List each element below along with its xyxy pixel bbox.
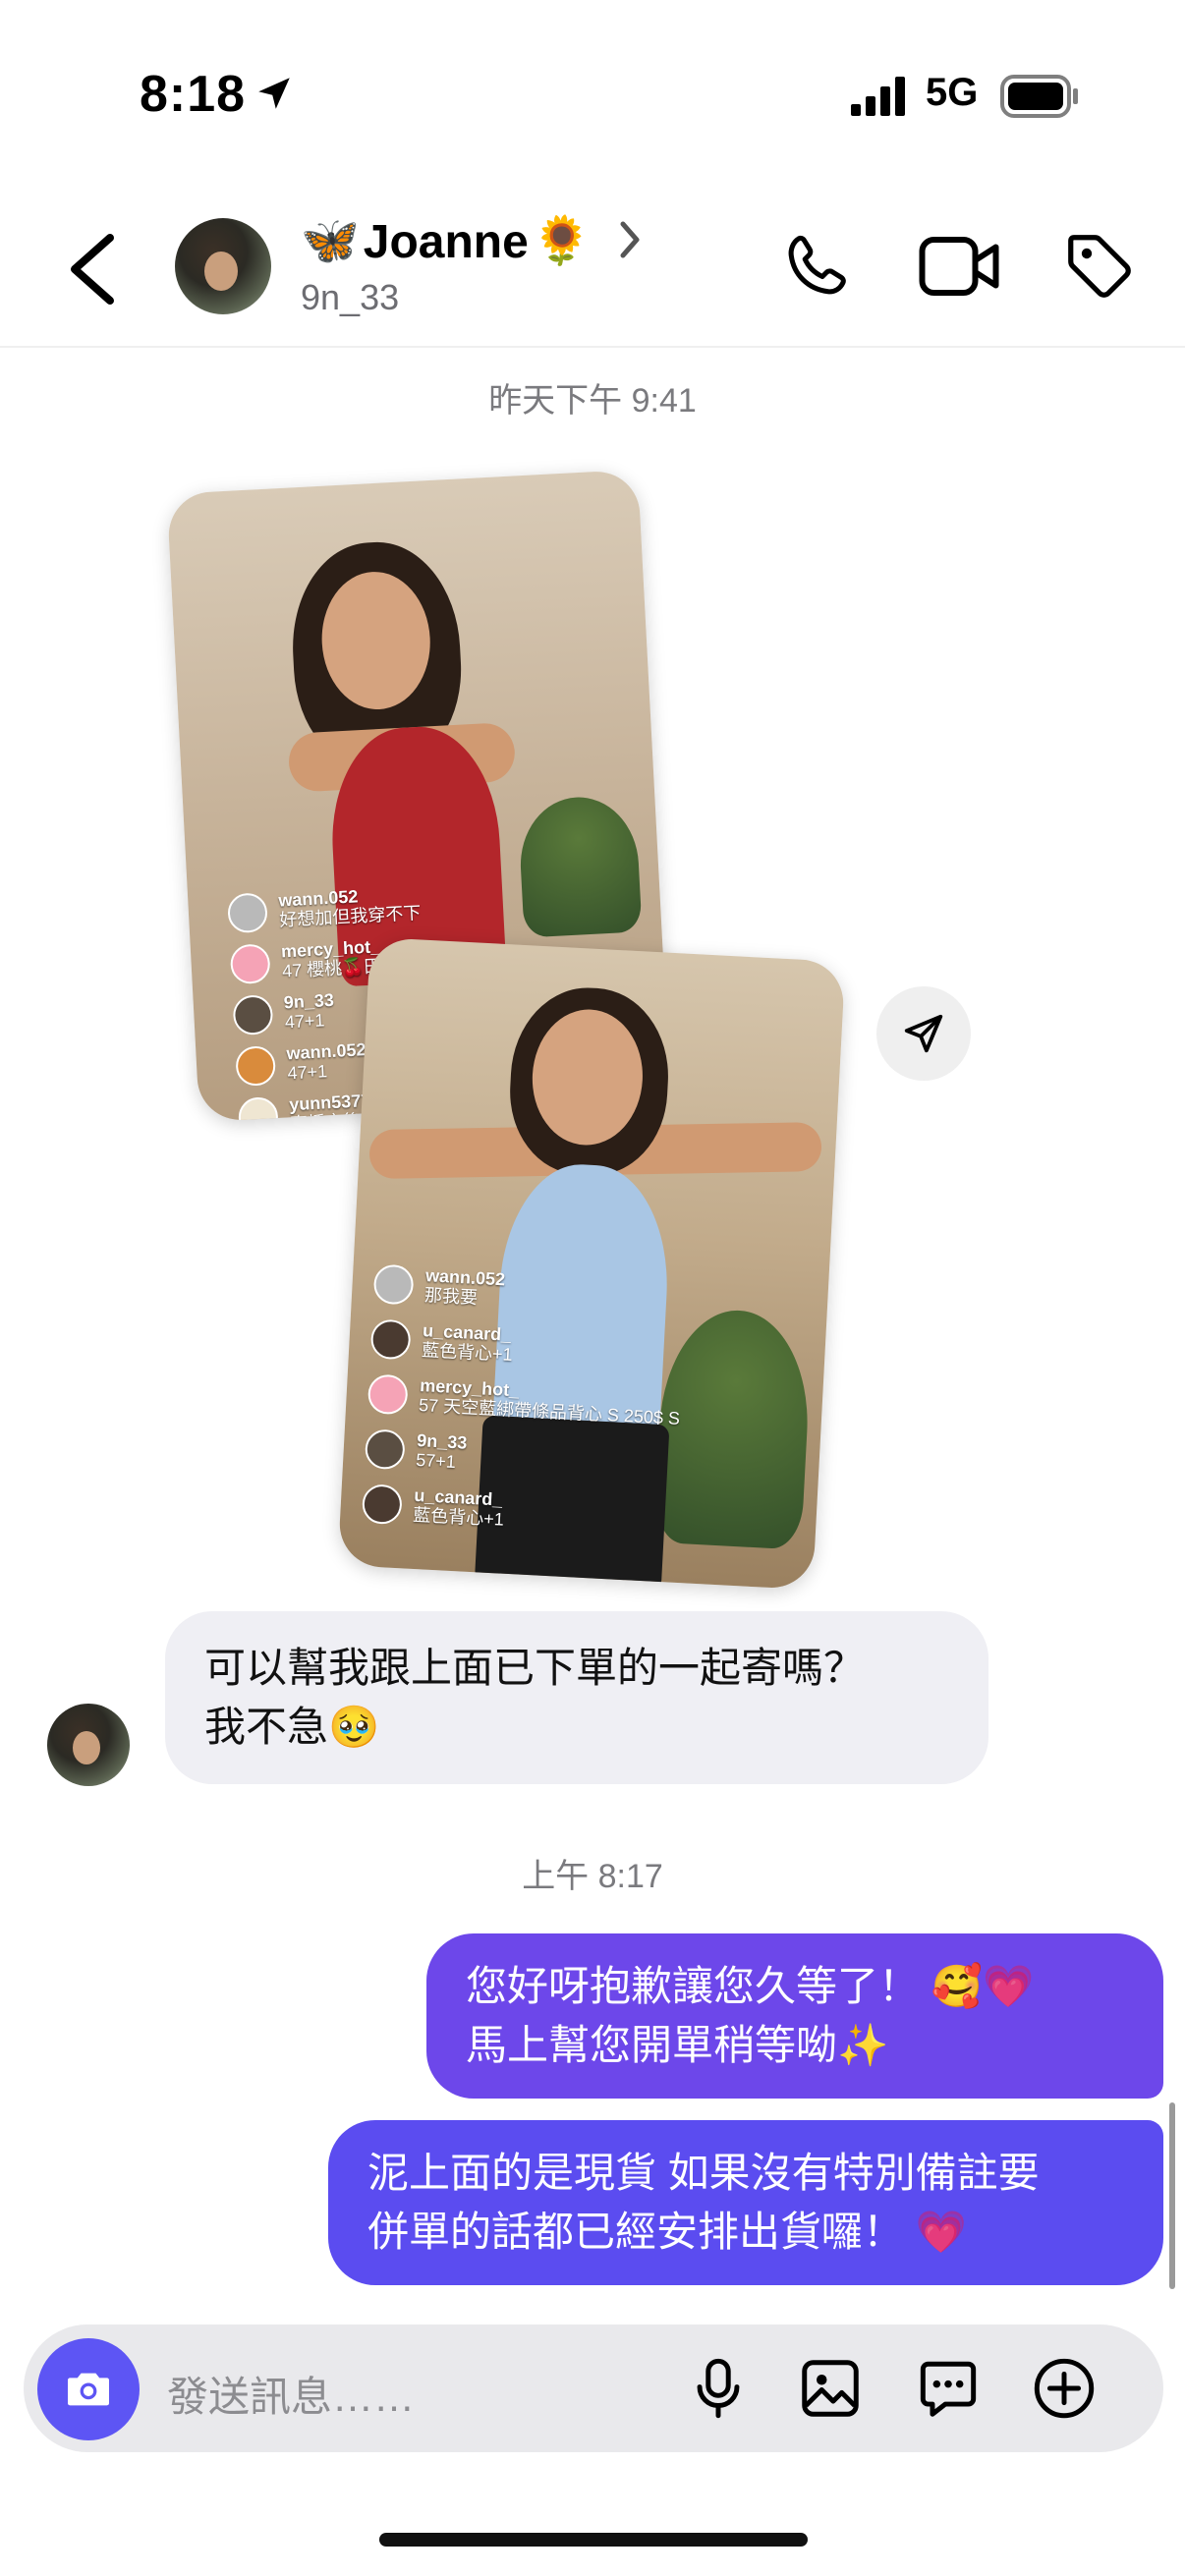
commenter-avatar xyxy=(367,1373,409,1416)
back-arrow-icon[interactable] xyxy=(63,232,122,307)
battery-icon xyxy=(1000,75,1078,118)
contact-name: Joanne xyxy=(363,215,529,268)
message-input[interactable]: 發送訊息…… xyxy=(167,2364,415,2424)
shared-live-card[interactable]: wann.052 那我要 u_canard_ 藍色背心+1 mercy_hot_ 57… xyxy=(337,936,846,1591)
message-line: 併單的話都已經安排出貨囉！ 💗 xyxy=(367,2209,967,2255)
message-line: 泥上面的是現貨 如果沒有特別備註要 xyxy=(367,2150,1040,2196)
chat-sticker-icon[interactable] xyxy=(914,2354,983,2423)
video-call-icon[interactable] xyxy=(918,234,1000,299)
live-comment: u_canard_ 藍色背心+1 xyxy=(361,1484,505,1531)
commenter-avatar xyxy=(364,1428,406,1471)
gallery-icon[interactable] xyxy=(796,2354,865,2423)
microphone-icon[interactable] xyxy=(684,2354,753,2423)
comment-text: 47+1 xyxy=(287,1061,328,1084)
message-line: 馬上幫您開單稍等呦✨ xyxy=(466,2022,889,2068)
home-indicator[interactable] xyxy=(379,2533,808,2547)
status-time: 8:18 xyxy=(140,66,247,123)
send-icon xyxy=(904,1014,943,1053)
commenter-avatar xyxy=(237,1095,279,1123)
comment-text: 57+1 xyxy=(415,1449,457,1473)
message-line: 我不急🥹 xyxy=(204,1704,380,1750)
network-type: 5G xyxy=(926,71,979,114)
commenter-avatar xyxy=(369,1318,412,1361)
live-comment: 9n_33 47+1 xyxy=(232,990,335,1036)
outgoing-message[interactable]: 泥上面的是現貨 如果沒有特別備註要 併單的話都已經安排出貨囉！ 💗 xyxy=(328,2120,1163,2285)
tag-icon[interactable] xyxy=(1061,228,1138,305)
scrollbar[interactable] xyxy=(1169,2102,1175,2289)
sunflower-emoji: 🌻 xyxy=(532,215,592,267)
add-icon[interactable] xyxy=(1030,2354,1099,2423)
chat-header: 🦋 Joanne 🌻 9n_33 xyxy=(0,187,1185,348)
comment-text: 47+1 xyxy=(284,1010,325,1033)
cellular-signal-icon xyxy=(851,77,905,116)
butterfly-emoji: 🦋 xyxy=(301,215,360,267)
status-bar: 8:18 5G xyxy=(0,0,1185,187)
sender-avatar[interactable] xyxy=(47,1704,130,1786)
incoming-message[interactable]: 可以幫我跟上面已下單的一起寄嗎？ 我不急🥹 xyxy=(165,1611,988,1784)
contact-name-row[interactable]: 🦋 Joanne 🌻 xyxy=(301,210,592,273)
contact-username: 9n_33 xyxy=(301,277,400,317)
contact-avatar[interactable] xyxy=(175,218,271,314)
live-comment: yunn5377 直播之後還 xyxy=(237,1091,379,1123)
commenter-avatar xyxy=(229,943,271,985)
phone-call-icon[interactable] xyxy=(778,230,853,305)
message-line: 可以幫我跟上面已下單的一起寄嗎？ xyxy=(204,1645,866,1691)
message-line: 您好呀抱歉讓您久等了！ 🥰💗 xyxy=(466,1963,1035,2009)
commenter-avatar xyxy=(372,1263,415,1306)
commenter-avatar xyxy=(361,1484,403,1526)
plant-decoration xyxy=(517,794,643,938)
comment-text: 藍色背心+1 xyxy=(412,1504,505,1530)
timestamp: 上午 8:17 xyxy=(522,1858,663,1895)
commenter-avatar xyxy=(232,994,274,1036)
live-comment: wann.052 那我要 xyxy=(372,1263,506,1310)
live-comment: 9n_33 57+1 xyxy=(364,1428,468,1473)
chevron-right-icon[interactable] xyxy=(619,220,641,259)
comment-text: 那我要 xyxy=(423,1285,479,1308)
live-comment: u_canard_ 藍色背心+1 xyxy=(369,1318,514,1366)
camera-icon xyxy=(68,2373,109,2406)
commenter-avatar xyxy=(235,1045,277,1088)
share-button[interactable] xyxy=(876,986,971,1081)
comment-text: 藍色背心+1 xyxy=(421,1340,514,1365)
live-comment: wann.052 47+1 xyxy=(235,1039,367,1088)
timestamp: 昨天下午 9:41 xyxy=(488,382,697,420)
comment-user: 9n_33 xyxy=(283,990,335,1013)
commenter-avatar xyxy=(226,892,269,934)
outgoing-message[interactable]: 您好呀抱歉讓您久等了！ 🥰💗 馬上幫您開單稍等呦✨ xyxy=(426,1933,1163,2099)
message-composer: 發送訊息…… xyxy=(24,2324,1163,2452)
camera-button[interactable] xyxy=(37,2338,140,2440)
location-arrow-icon xyxy=(258,78,290,109)
